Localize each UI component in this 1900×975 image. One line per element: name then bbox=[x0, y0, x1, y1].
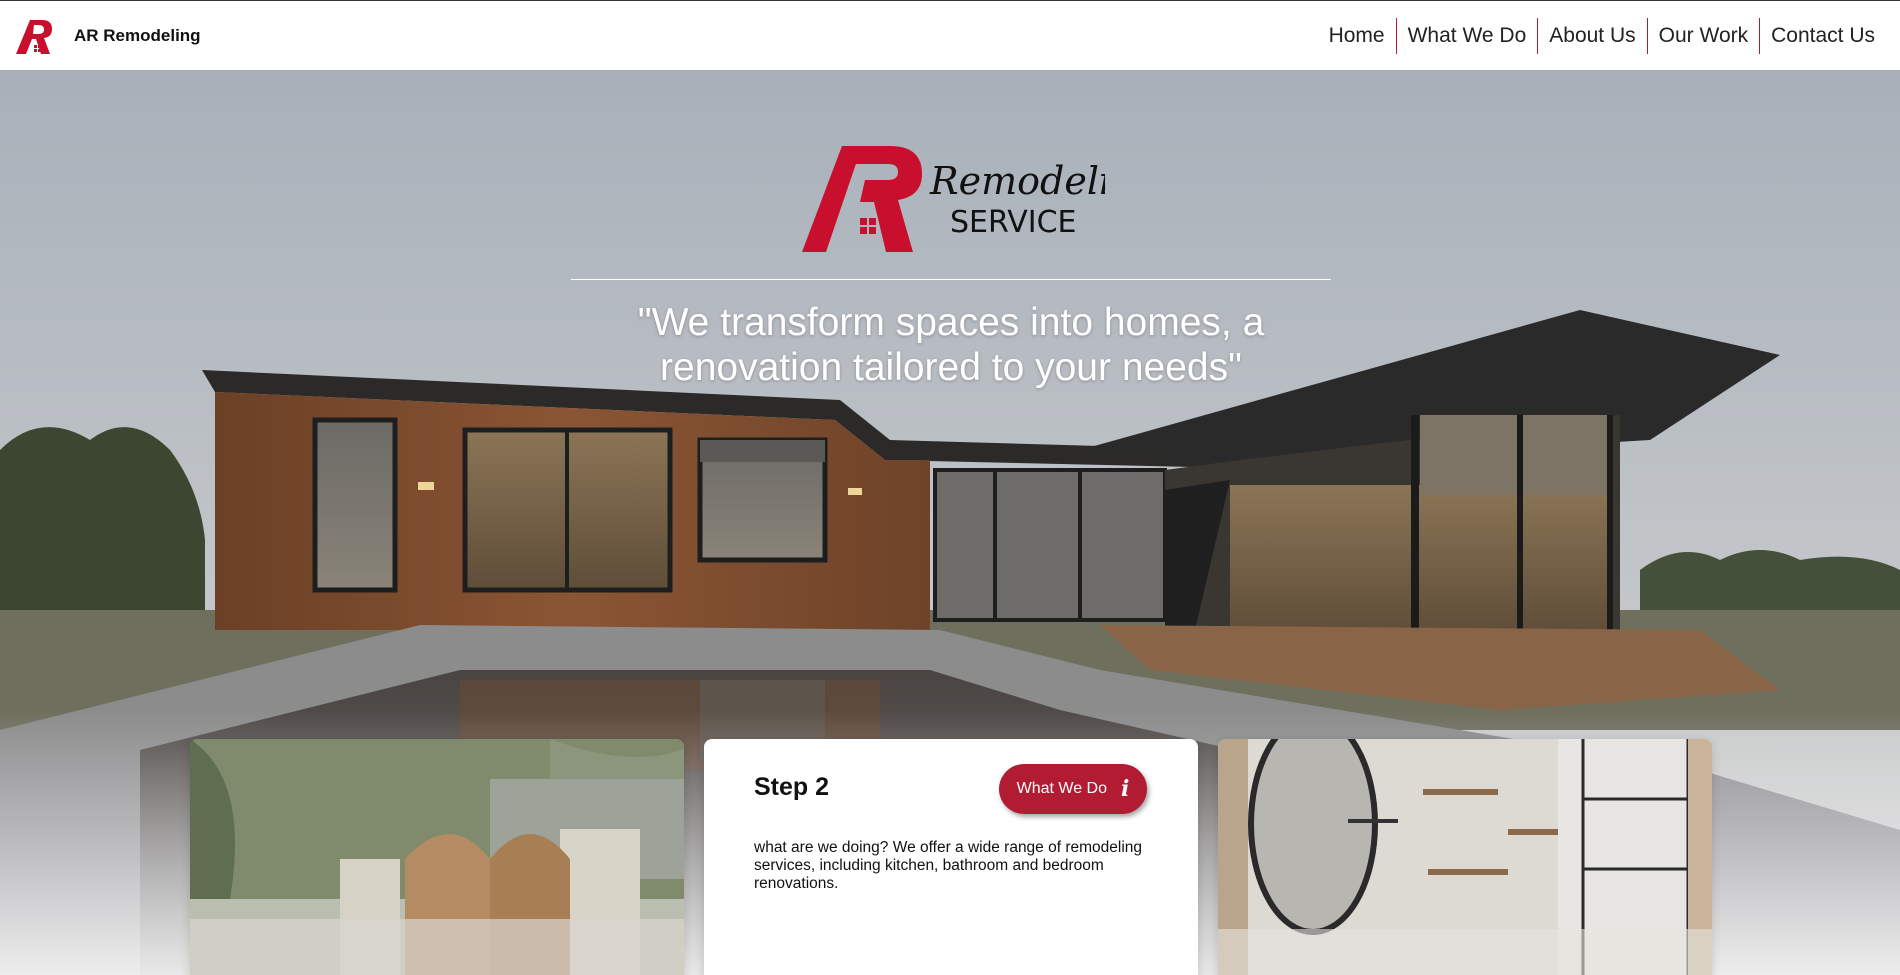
logo-service-word: SERVICE bbox=[950, 205, 1076, 240]
nav-home[interactable]: Home bbox=[1318, 18, 1396, 54]
step-card: Step 2 What We Do i what are we doing? W… bbox=[704, 739, 1198, 975]
remodeling-service-logo: Remodeling SERVICE bbox=[802, 146, 1105, 252]
hero-divider bbox=[571, 279, 1331, 280]
ar-house-logo-icon bbox=[16, 19, 52, 54]
what-we-do-button-label: What We Do bbox=[1016, 780, 1108, 797]
brand[interactable]: AR Remodeling bbox=[14, 16, 201, 56]
step-description: what are we doing? We offer a wide range… bbox=[754, 839, 1143, 892]
what-we-do-button[interactable]: What We Do i bbox=[999, 764, 1147, 814]
logo-script-word: Remodeling bbox=[929, 159, 1105, 203]
gate-photo bbox=[190, 739, 684, 975]
info-icon: i bbox=[1121, 776, 1130, 802]
navbar: AR Remodeling Home What We Do About Us O… bbox=[0, 1, 1900, 70]
bathroom-photo-card[interactable] bbox=[1218, 739, 1712, 975]
nav-our-work[interactable]: Our Work bbox=[1646, 17, 1759, 54]
main-nav: Home What We Do About Us Our Work Contac… bbox=[1318, 17, 1886, 54]
nav-about-us[interactable]: About Us bbox=[1537, 17, 1646, 54]
step-title: Step 2 bbox=[754, 773, 830, 801]
nav-what-we-do[interactable]: What We Do bbox=[1395, 17, 1538, 54]
bathroom-photo bbox=[1218, 739, 1712, 975]
hero-tagline: "We transform spaces into homes, a renov… bbox=[637, 301, 1265, 389]
page: AR Remodeling Home What We Do About Us O… bbox=[0, 0, 1900, 975]
brand-name: AR Remodeling bbox=[74, 25, 201, 45]
nav-contact-us[interactable]: Contact Us bbox=[1759, 17, 1886, 54]
gate-photo-card[interactable] bbox=[190, 739, 684, 975]
